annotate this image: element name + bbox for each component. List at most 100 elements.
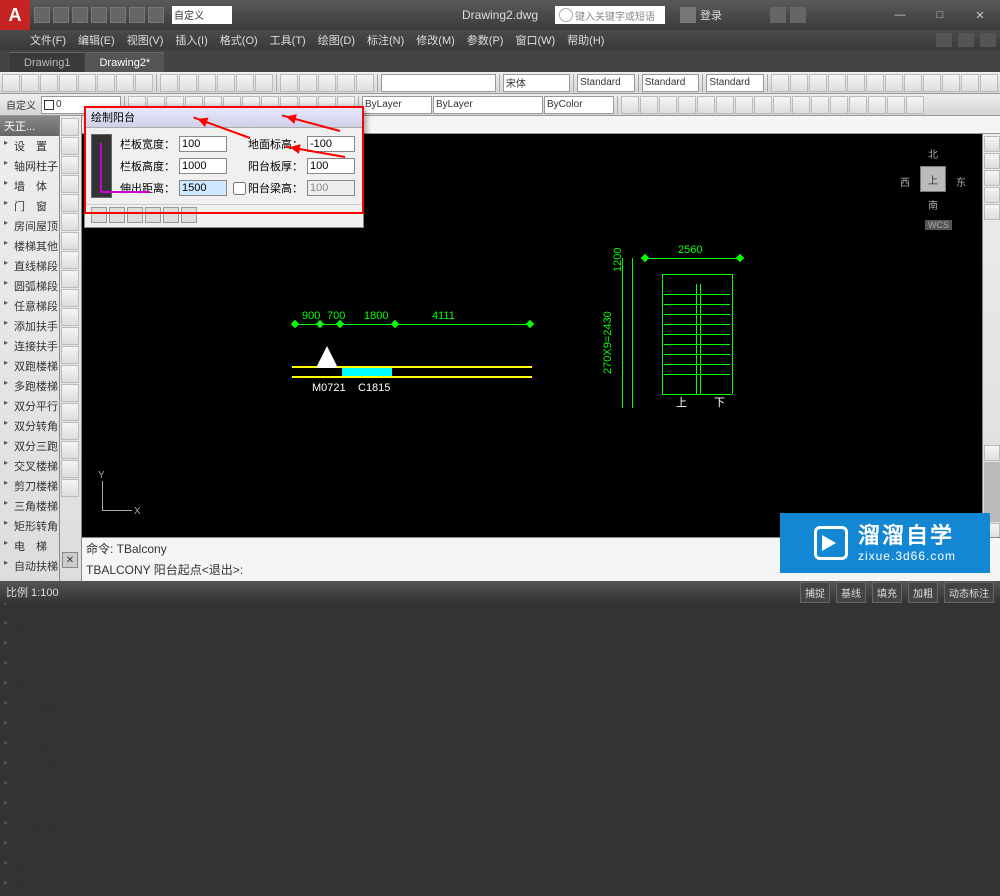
- input-ground-elev[interactable]: [307, 136, 355, 152]
- child-min-button[interactable]: [936, 33, 952, 47]
- palette-item[interactable]: 文件布图: [0, 836, 59, 856]
- palette-item[interactable]: 坡 道: [0, 616, 59, 636]
- menu-edit[interactable]: 编辑(E): [78, 32, 115, 48]
- child-close-button[interactable]: [980, 33, 996, 47]
- tb-btn[interactable]: [980, 74, 998, 92]
- tb-btn[interactable]: [640, 96, 658, 114]
- menu-file[interactable]: 文件(F): [30, 32, 66, 48]
- strip-tool-icon[interactable]: [61, 479, 79, 497]
- strip-tool-icon[interactable]: [61, 327, 79, 345]
- tb-btn[interactable]: [792, 96, 810, 114]
- status-toggle[interactable]: 捕捉: [800, 582, 830, 603]
- child-max-button[interactable]: [958, 33, 974, 47]
- palette-item[interactable]: 图层控制: [0, 756, 59, 776]
- input-rail-height[interactable]: [179, 158, 227, 174]
- palette-item[interactable]: 双跑楼梯: [0, 356, 59, 376]
- tb-btn[interactable]: [160, 74, 178, 92]
- strip-tool-icon[interactable]: [61, 118, 79, 136]
- doc-tab-drawing1[interactable]: Drawing1: [10, 52, 84, 72]
- palette-item[interactable]: 房间屋顶: [0, 216, 59, 236]
- palette-item[interactable]: 图块图案: [0, 816, 59, 836]
- palette-item[interactable]: 尺寸标注: [0, 716, 59, 736]
- tb-btn[interactable]: [809, 74, 827, 92]
- tb-btn[interactable]: [356, 74, 374, 92]
- strip-tool-icon[interactable]: [61, 251, 79, 269]
- status-toggle[interactable]: 填充: [872, 582, 902, 603]
- tb-btn[interactable]: [697, 96, 715, 114]
- menu-dim[interactable]: 标注(N): [367, 32, 404, 48]
- strip-tool-icon[interactable]: [61, 289, 79, 307]
- tb-btn[interactable]: [40, 74, 58, 92]
- viewcube[interactable]: 北 南 东 西 上: [898, 144, 968, 214]
- tb-btn[interactable]: [716, 96, 734, 114]
- help-search-input[interactable]: 键入关键字或短语: [555, 6, 665, 24]
- palette-item[interactable]: 墙 体: [0, 176, 59, 196]
- tb-btn[interactable]: [923, 74, 941, 92]
- linetype-dropdown[interactable]: ByLayer: [433, 96, 543, 114]
- nav-pan-icon[interactable]: [984, 153, 1000, 169]
- palette-item[interactable]: 帮助演示: [0, 876, 59, 896]
- tb-btn[interactable]: [942, 74, 960, 92]
- qat-new-icon[interactable]: [34, 7, 50, 23]
- palette-item[interactable]: 添加扶手: [0, 316, 59, 336]
- qat-open-icon[interactable]: [53, 7, 69, 23]
- maximize-button[interactable]: □: [920, 3, 960, 27]
- tb-btn[interactable]: [78, 74, 96, 92]
- nav-wheel-icon[interactable]: [984, 136, 1000, 152]
- close-button[interactable]: ✕: [960, 3, 1000, 27]
- tb-btn[interactable]: [773, 96, 791, 114]
- strip-tool-icon[interactable]: [61, 422, 79, 440]
- palette-item[interactable]: 双分转角: [0, 416, 59, 436]
- tb-btn[interactable]: [659, 96, 677, 114]
- palette-item[interactable]: 楼梯其他: [0, 236, 59, 256]
- dlg-mode-icon[interactable]: [163, 207, 179, 223]
- qat-undo-icon[interactable]: [129, 7, 145, 23]
- minimize-button[interactable]: —: [880, 3, 920, 27]
- palette-item[interactable]: 交叉楼梯: [0, 456, 59, 476]
- tb-btn[interactable]: [299, 74, 317, 92]
- tb-btn[interactable]: [318, 74, 336, 92]
- viewcube-west[interactable]: 西: [900, 174, 910, 189]
- color-dropdown[interactable]: ByLayer: [362, 96, 432, 114]
- tb-btn[interactable]: [811, 96, 829, 114]
- qat-redo-icon[interactable]: [148, 7, 164, 23]
- menu-insert[interactable]: 插入(I): [175, 32, 207, 48]
- tb-btn[interactable]: [771, 74, 789, 92]
- tb-btn[interactable]: [866, 74, 884, 92]
- strip-tool-icon[interactable]: [61, 270, 79, 288]
- strip-tool-icon[interactable]: [61, 365, 79, 383]
- qat-dropdown[interactable]: 自定义: [172, 6, 232, 24]
- palette-item[interactable]: 文字表格: [0, 696, 59, 716]
- tb-btn[interactable]: [678, 96, 696, 114]
- exchange-icon[interactable]: [770, 7, 786, 23]
- cmdline-close-icon[interactable]: ✕: [62, 552, 78, 568]
- tb-btn[interactable]: [790, 74, 808, 92]
- palette-item[interactable]: 轴网柱子: [0, 156, 59, 176]
- nav-orbit-icon[interactable]: [984, 187, 1000, 203]
- layer-dropdown[interactable]: [381, 74, 496, 92]
- palette-item[interactable]: 工 具: [0, 776, 59, 796]
- help-icon[interactable]: [790, 7, 806, 23]
- status-toggle[interactable]: 基线: [836, 582, 866, 603]
- menu-param[interactable]: 参数(P): [467, 32, 504, 48]
- palette-item[interactable]: 自动扶梯: [0, 556, 59, 576]
- input-slab-thick[interactable]: [307, 158, 355, 174]
- qat-saveas-icon[interactable]: [91, 7, 107, 23]
- palette-item[interactable]: 剖 面: [0, 676, 59, 696]
- palette-item[interactable]: 矩形转角: [0, 516, 59, 536]
- menu-modify[interactable]: 修改(M): [416, 32, 455, 48]
- qat-print-icon[interactable]: [110, 7, 126, 23]
- tb-btn[interactable]: [337, 74, 355, 92]
- tb-btn[interactable]: [21, 74, 39, 92]
- tb-btn[interactable]: [116, 74, 134, 92]
- wcs-label[interactable]: WCS: [925, 220, 952, 230]
- palette-item[interactable]: 散 水: [0, 636, 59, 656]
- strip-tool-icon[interactable]: [61, 175, 79, 193]
- tb-btn[interactable]: [59, 74, 77, 92]
- tb-btn[interactable]: [198, 74, 216, 92]
- dlg-mode-icon[interactable]: [127, 207, 143, 223]
- input-extend[interactable]: [179, 180, 227, 196]
- palette-item[interactable]: 双分平行: [0, 396, 59, 416]
- tb-btn[interactable]: [828, 74, 846, 92]
- status-scale[interactable]: 比例 1:100: [6, 584, 59, 600]
